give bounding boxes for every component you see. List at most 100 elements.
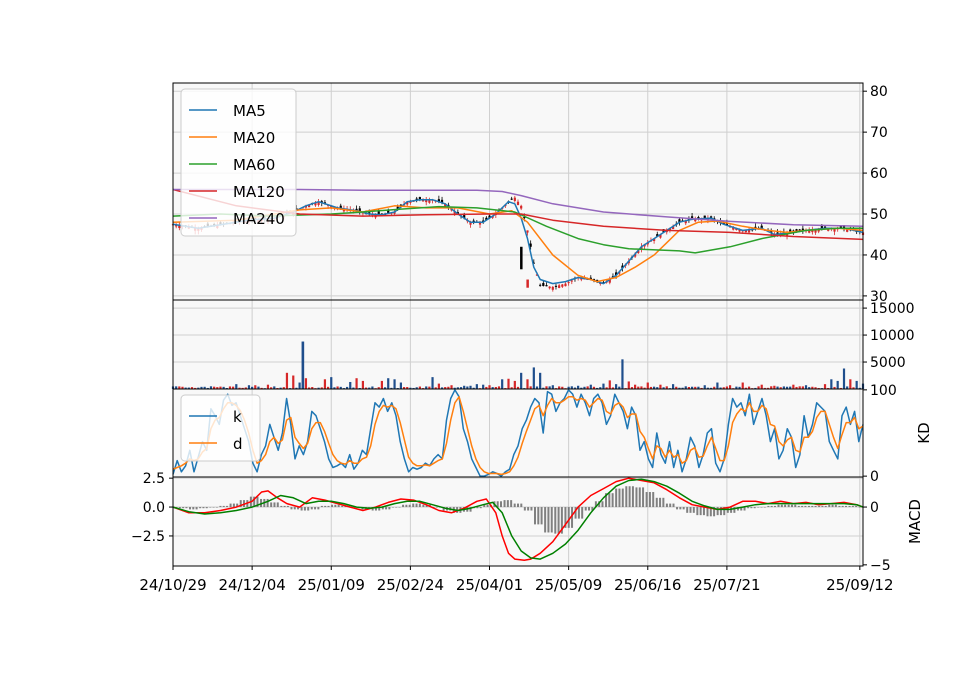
- macd-histogram-bar: [659, 497, 662, 508]
- volume-y-tick-label: 15000: [870, 301, 915, 317]
- macd-histogram-bar: [818, 505, 821, 508]
- macd-histogram-bar: [824, 505, 827, 508]
- volume-background: [173, 300, 863, 389]
- volume-bar: [361, 380, 365, 389]
- macd-background: [173, 477, 863, 566]
- macd-histogram-bar: [672, 503, 675, 508]
- macd-histogram-bar: [547, 507, 550, 533]
- macd-histogram-bar: [773, 505, 776, 508]
- macd-histogram-bar: [199, 507, 202, 509]
- volume-bar: [621, 359, 624, 389]
- macd-histogram-bar: [280, 505, 283, 508]
- macd-histogram-bar: [266, 498, 269, 508]
- macd-histogram-bar: [506, 500, 509, 508]
- volume-bar: [602, 383, 605, 389]
- macd-histogram-bar: [831, 504, 834, 508]
- macd-histogram-bar: [523, 507, 526, 511]
- macd-histogram-bar: [341, 505, 344, 508]
- macd-histogram-bar: [503, 500, 506, 508]
- volume-bar: [323, 379, 327, 389]
- macd-histogram-bar: [821, 505, 824, 508]
- volume-bar: [716, 382, 719, 389]
- macd-histogram-bar: [178, 507, 181, 509]
- price-legend-label: MA5: [233, 102, 266, 120]
- macd-histogram-bar: [408, 504, 411, 508]
- macd-histogram-bar: [760, 507, 763, 508]
- macd-y-left-tick-label: 0.0: [143, 500, 165, 516]
- candle-body: [520, 205, 523, 209]
- macd-histogram-bar: [310, 507, 313, 510]
- macd-axis-label: MACD: [906, 499, 924, 544]
- macd-histogram-bar: [232, 503, 235, 508]
- macd-histogram-bar: [567, 507, 570, 528]
- macd-histogram-bar: [307, 507, 310, 511]
- volume-bar: [532, 367, 535, 389]
- macd-histogram-bar: [615, 488, 618, 508]
- macd-histogram-bar: [716, 507, 719, 516]
- volume-bar: [823, 384, 827, 389]
- macd-histogram-bar: [182, 507, 185, 509]
- macd-histogram-bar: [801, 505, 804, 508]
- volume-bar: [235, 384, 238, 389]
- volume-bar: [551, 385, 554, 389]
- macd-histogram-bar: [540, 507, 543, 525]
- macd-histogram-bar: [537, 507, 540, 525]
- macd-histogram-bar: [845, 505, 848, 508]
- volume-bar: [804, 385, 808, 389]
- kd-legend-label: k: [233, 408, 242, 426]
- macd-histogram-bar: [787, 504, 790, 508]
- x-tick-label: 25/02/24: [377, 576, 444, 594]
- volume-bar: [304, 378, 308, 389]
- volume-bar: [292, 375, 295, 389]
- candle-body: [513, 197, 516, 201]
- macd-histogram-bar: [195, 507, 198, 510]
- macd-histogram-bar: [635, 487, 638, 508]
- macd-histogram-bar: [807, 505, 810, 508]
- volume-bar: [380, 380, 383, 389]
- volume-bar: [703, 385, 706, 389]
- macd-histogram-bar: [689, 507, 692, 513]
- macd-y-left-tick-label: 2.5: [143, 471, 165, 487]
- candle-body: [548, 286, 551, 289]
- volume-bar: [475, 384, 478, 389]
- x-tick-label: 25/01/09: [298, 576, 365, 594]
- macd-histogram-bar: [838, 505, 841, 508]
- macd-histogram-bar: [337, 504, 340, 508]
- macd-histogram-bar: [780, 504, 783, 508]
- macd-panel: 2.5 0.0 −2.5 0 −5 MACD: [131, 471, 924, 574]
- macd-y-left-tick-label: −2.5: [131, 529, 165, 545]
- macd-histogram-bar: [418, 503, 421, 508]
- volume-bar: [330, 377, 333, 389]
- candle-body: [561, 284, 564, 287]
- macd-histogram-bar: [588, 507, 591, 511]
- macd-histogram-bar: [625, 486, 628, 508]
- macd-histogram-bar: [229, 503, 232, 508]
- macd-histogram-bar: [811, 505, 814, 508]
- macd-histogram-bar: [794, 504, 797, 508]
- macd-histogram-bar: [395, 507, 398, 508]
- candle-body: [516, 201, 520, 205]
- volume-bar: [482, 384, 485, 389]
- volume-bar: [741, 382, 744, 389]
- volume-bar: [855, 380, 858, 389]
- macd-histogram-bar: [790, 504, 793, 508]
- macd-histogram-bar: [662, 497, 665, 508]
- candle-body: [570, 280, 573, 282]
- macd-histogram-bar: [767, 505, 770, 508]
- volume-bar: [247, 385, 251, 389]
- macd-histogram-bar: [628, 486, 631, 508]
- macd-histogram-bar: [324, 505, 327, 508]
- macd-histogram-bar: [841, 505, 844, 508]
- macd-histogram-bar: [858, 507, 861, 508]
- macd-histogram-bar: [608, 493, 611, 508]
- macd-histogram-bar: [753, 507, 756, 509]
- volume-bar: [507, 378, 510, 389]
- macd-histogram-bar: [676, 507, 679, 510]
- macd-histogram-bar: [692, 507, 695, 513]
- macd-histogram-bar: [618, 488, 621, 508]
- kd-y-tick-label: 0: [870, 469, 879, 485]
- macd-histogram-bar: [192, 507, 195, 510]
- macd-histogram-bar: [682, 507, 685, 510]
- macd-histogram-bar: [202, 507, 205, 509]
- macd-histogram-bar: [669, 503, 672, 508]
